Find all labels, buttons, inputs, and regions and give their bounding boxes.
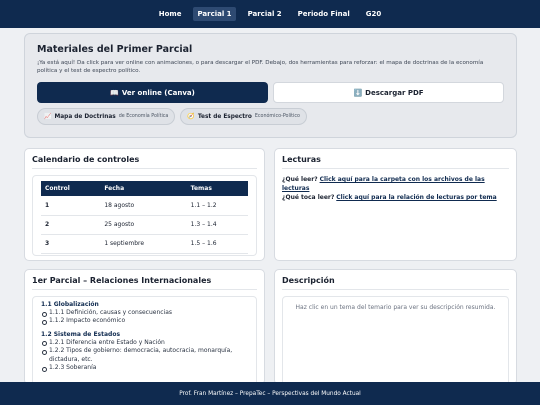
compass-icon: 🧭 — [187, 113, 195, 120]
doctrine-map-chip[interactable]: 📈 Mapa de Doctrinas de Economía Política — [37, 108, 176, 125]
materials-actions: 📖 Ver online (Canva) ⬇️ Descargar PDF — [37, 82, 504, 103]
readings-relation-link[interactable]: Click aquí para la relación de lecturas … — [336, 194, 496, 201]
nav-parcial-1[interactable]: Parcial 1 — [193, 7, 236, 21]
cell-control: 3 — [41, 234, 101, 254]
table-header-row: Control Fecha Temas — [41, 181, 248, 196]
calendar-title: Calendario de controles — [32, 155, 140, 164]
nav-g20[interactable]: G20 — [362, 7, 386, 21]
tool-chips: 📈 Mapa de Doctrinas de Economía Política… — [37, 108, 504, 125]
chart-icon: 📈 — [44, 113, 52, 120]
cell-fecha: 18 agosto — [100, 196, 187, 216]
syllabus-topic[interactable]: 1.1.1 Definición, causas y consecuencias — [41, 309, 248, 317]
syllabus-topic[interactable]: 1.2.1 Diferencia entre Estado y Nación — [41, 339, 248, 347]
spectrum-test-sub: Económico-Político — [254, 114, 300, 119]
nav-parcial-2[interactable]: Parcial 2 — [244, 7, 286, 21]
header-control: Control — [41, 181, 101, 196]
footer-text: Prof. Fran Martínez – PrepaTec – Perspec… — [179, 390, 361, 397]
divider — [282, 289, 509, 290]
header-temas: Temas — [186, 181, 248, 196]
header-fecha: Fecha — [100, 181, 187, 196]
syllabus-title: 1er Parcial – Relaciones Internacionales — [32, 276, 212, 285]
syllabus-card: 1er Parcial – Relaciones Internacionales… — [24, 269, 265, 385]
spectrum-test-chip[interactable]: 🧭 Test de Espectro Económico-Político — [180, 108, 307, 125]
materials-description: ¡Ya está aquí! Da click para ver online … — [37, 60, 484, 74]
readings-card: Lecturas ¿Qué leer? Click aquí para la c… — [274, 148, 517, 261]
readings-title: Lecturas — [282, 155, 321, 164]
calendar-card: Calendario de controles Control Fecha Te… — [24, 148, 265, 261]
syllabus-topic[interactable]: 1.2.2 Tipos de gobierno: democracia, aut… — [41, 347, 248, 364]
syllabus-section[interactable]: 1.1 Globalización — [41, 301, 248, 308]
view-online-label: Ver online (Canva) — [121, 88, 195, 97]
description-card: Descripción Haz clic en un tema del tema… — [274, 269, 517, 385]
materials-panel: Materiales del Primer Parcial ¡Ya está a… — [24, 33, 517, 138]
top-navigation: Home Parcial 1 Parcial 2 Periodo Final G… — [0, 0, 540, 28]
table-row: 3 1 septiembre 1.5 – 1.6 — [41, 234, 248, 254]
syllabus-section[interactable]: 1.2 Sistema de Estados — [41, 331, 248, 338]
view-online-button[interactable]: 📖 Ver online (Canva) — [37, 82, 268, 103]
divider — [32, 289, 257, 290]
cell-control: 1 — [41, 196, 101, 216]
materials-title: Materiales del Primer Parcial — [37, 44, 193, 55]
readings-line-1: ¿Qué leer? Click aquí para la carpeta co… — [282, 175, 509, 193]
doctrine-map-sub: de Economía Política — [118, 114, 169, 119]
syllabus-tree: 1.1 Globalización 1.1.1 Definición, caus… — [32, 296, 257, 384]
cell-temas: 1.5 – 1.6 — [186, 234, 248, 254]
divider — [32, 168, 257, 169]
syllabus-topic[interactable]: 1.2.3 Soberanía — [41, 364, 248, 373]
calendar-table: Control Fecha Temas 1 18 agosto 1.1 – 1.… — [41, 181, 248, 254]
readings-line-2: ¿Qué toca leer? Click aquí para la relac… — [282, 193, 509, 202]
doctrine-map-label: Mapa de Doctrinas — [54, 113, 116, 120]
description-box: Haz clic en un tema del temario para ver… — [282, 296, 509, 384]
table-row: 1 18 agosto 1.1 – 1.2 — [41, 196, 248, 216]
book-icon: 📖 — [110, 88, 119, 97]
table-row: 2 25 agosto 1.3 – 1.4 — [41, 215, 248, 235]
cell-fecha: 1 septiembre — [100, 234, 187, 254]
download-icon: ⬇️ — [353, 88, 363, 97]
description-title: Descripción — [282, 276, 335, 285]
download-pdf-label: Descargar PDF — [365, 88, 424, 97]
calendar-table-wrapper: Control Fecha Temas 1 18 agosto 1.1 – 1.… — [32, 175, 257, 256]
cell-temas: 1.3 – 1.4 — [186, 215, 248, 235]
divider — [282, 168, 509, 169]
readings-question-1: ¿Qué leer? — [282, 176, 318, 183]
cell-fecha: 25 agosto — [100, 215, 187, 235]
readings-question-2: ¿Qué toca leer? — [282, 194, 335, 201]
cell-control: 2 — [41, 215, 101, 235]
cell-temas: 1.1 – 1.2 — [186, 196, 248, 216]
nav-home[interactable]: Home — [155, 7, 186, 21]
footer: Prof. Fran Martínez – PrepaTec – Perspec… — [0, 382, 540, 405]
nav-periodo-final[interactable]: Periodo Final — [294, 7, 354, 21]
syllabus-topic[interactable]: 1.1.2 Impacto económico — [41, 317, 248, 326]
download-pdf-button[interactable]: ⬇️ Descargar PDF — [273, 82, 504, 103]
spectrum-test-label: Test de Espectro — [197, 113, 252, 120]
